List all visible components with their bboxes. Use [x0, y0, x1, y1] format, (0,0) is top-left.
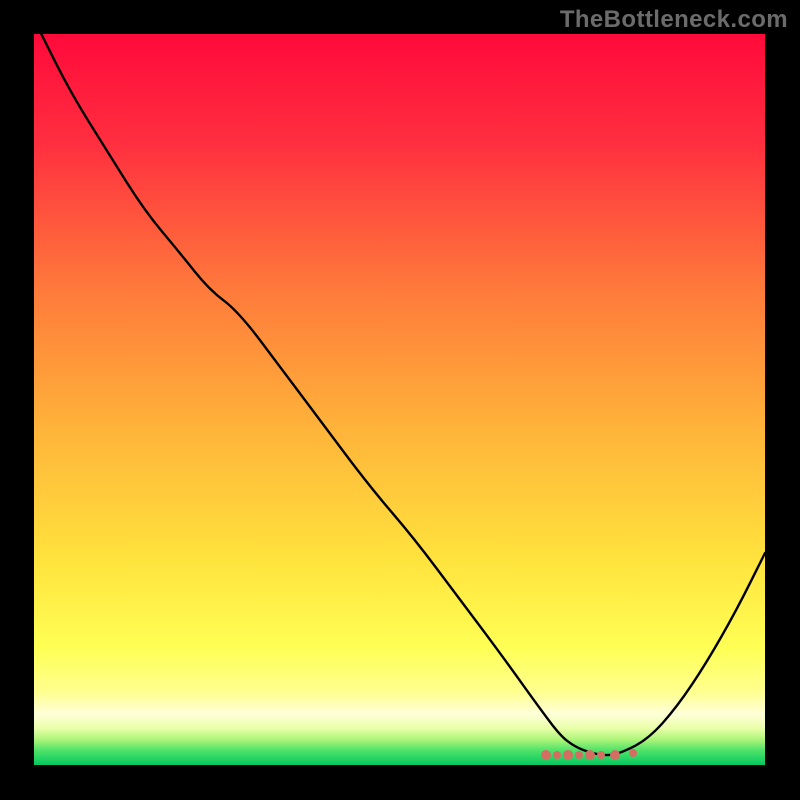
valley-dot	[563, 750, 573, 760]
valley-dot	[629, 749, 637, 757]
chart-svg	[0, 0, 800, 800]
valley-dot	[541, 750, 551, 760]
valley-dot	[610, 750, 620, 760]
attribution-label: TheBottleneck.com	[560, 6, 788, 34]
valley-dot	[585, 750, 595, 760]
valley-dot	[553, 751, 561, 759]
valley-dot	[575, 751, 583, 759]
valley-dot	[597, 751, 605, 759]
chart-stage: TheBottleneck.com	[0, 0, 800, 800]
plot-background	[34, 34, 765, 765]
